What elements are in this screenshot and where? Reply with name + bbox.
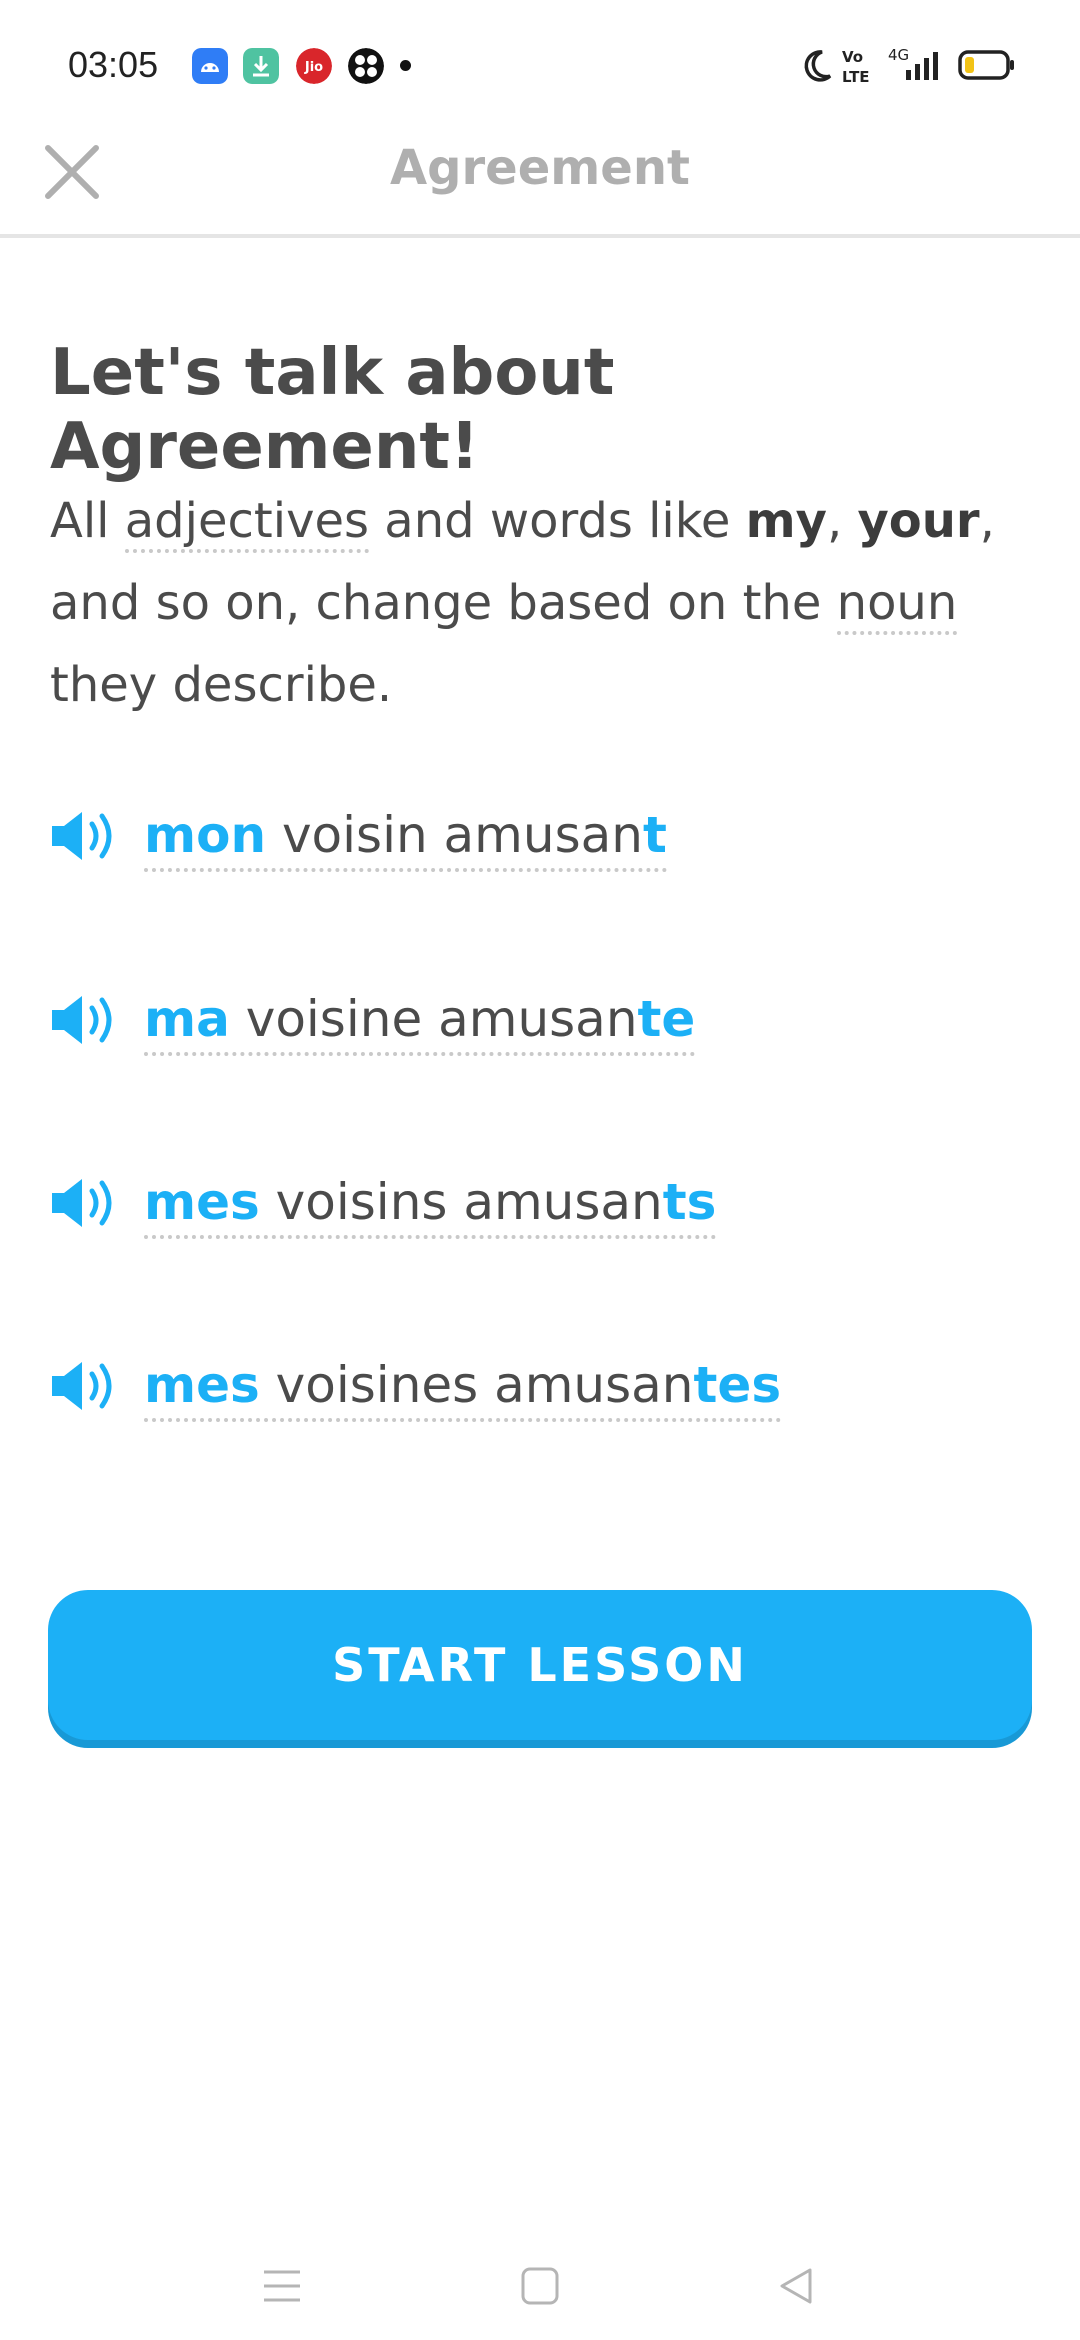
hint-word-noun[interactable]: noun: [836, 575, 958, 635]
phrase-middle: voisines amusan: [259, 1356, 694, 1414]
status-time: 03:05: [68, 44, 159, 85]
back-icon[interactable]: [776, 2266, 816, 2306]
phrase-text[interactable]: mon voisin amusant: [144, 806, 667, 872]
phrase-lead: mes: [144, 1173, 260, 1231]
menu-icon[interactable]: [262, 2268, 302, 2304]
svg-text:4G: 4G: [888, 46, 909, 64]
bold-word-your: your: [857, 493, 980, 549]
phrase-text[interactable]: mes voisins amusants: [144, 1173, 717, 1239]
phrase-ending: ts: [662, 1173, 717, 1231]
phrase-text[interactable]: ma voisine amusante: [144, 990, 696, 1056]
phrase-lead: mon: [144, 806, 267, 864]
signal-icon: 4G: [888, 46, 938, 80]
jio-icon: Jio: [296, 48, 332, 84]
speaker-icon[interactable]: [48, 1173, 122, 1233]
intro-text: All adjectives and words like my, your, …: [50, 480, 1030, 726]
intro-part: and words like: [369, 493, 746, 549]
intro-part: All: [50, 493, 125, 549]
moon-icon: [804, 50, 832, 82]
volte-icon: Vo LTE: [842, 48, 870, 86]
phrase-ending: tes: [693, 1356, 782, 1414]
phrase-lead: ma: [144, 990, 230, 1048]
lesson-header: Agreement: [0, 130, 1080, 238]
phrase-ending: t: [642, 806, 667, 864]
phrase-lead: mes: [144, 1356, 260, 1414]
status-bar: 03:05 Jio Vo LTE 4G: [0, 0, 1080, 130]
intro-part: ,: [826, 493, 858, 549]
headline: Let's talk about Agreement!: [50, 336, 615, 484]
battery-icon: [958, 50, 1014, 80]
hint-word-adjectives[interactable]: adjectives: [124, 493, 370, 553]
system-nav-bar: [0, 2230, 1080, 2340]
speaker-icon[interactable]: [48, 806, 122, 866]
phrase-text[interactable]: mes voisines amusantes: [144, 1356, 782, 1422]
start-lesson-button[interactable]: START LESSON: [48, 1590, 1032, 1740]
svg-text:Jio: Jio: [304, 60, 323, 75]
phrase-middle: voisin amusan: [266, 806, 643, 864]
speaker-icon[interactable]: [48, 990, 122, 1050]
svg-text:LTE: LTE: [842, 68, 870, 86]
android-app-icon: [192, 48, 228, 84]
flower-app-icon: [348, 48, 384, 84]
home-icon[interactable]: [520, 2266, 560, 2306]
speaker-icon[interactable]: [48, 1356, 122, 1416]
intro-part: they describe.: [50, 657, 393, 713]
notification-dot: [400, 60, 411, 71]
phrase-middle: voisins amusan: [259, 1173, 663, 1231]
download-icon: [243, 48, 279, 84]
header-title: Agreement: [390, 140, 690, 196]
bold-word-my: my: [745, 493, 827, 549]
phrase-middle: voisine amusan: [229, 990, 638, 1048]
phrase-ending: te: [637, 990, 696, 1048]
svg-text:Vo: Vo: [842, 48, 863, 66]
